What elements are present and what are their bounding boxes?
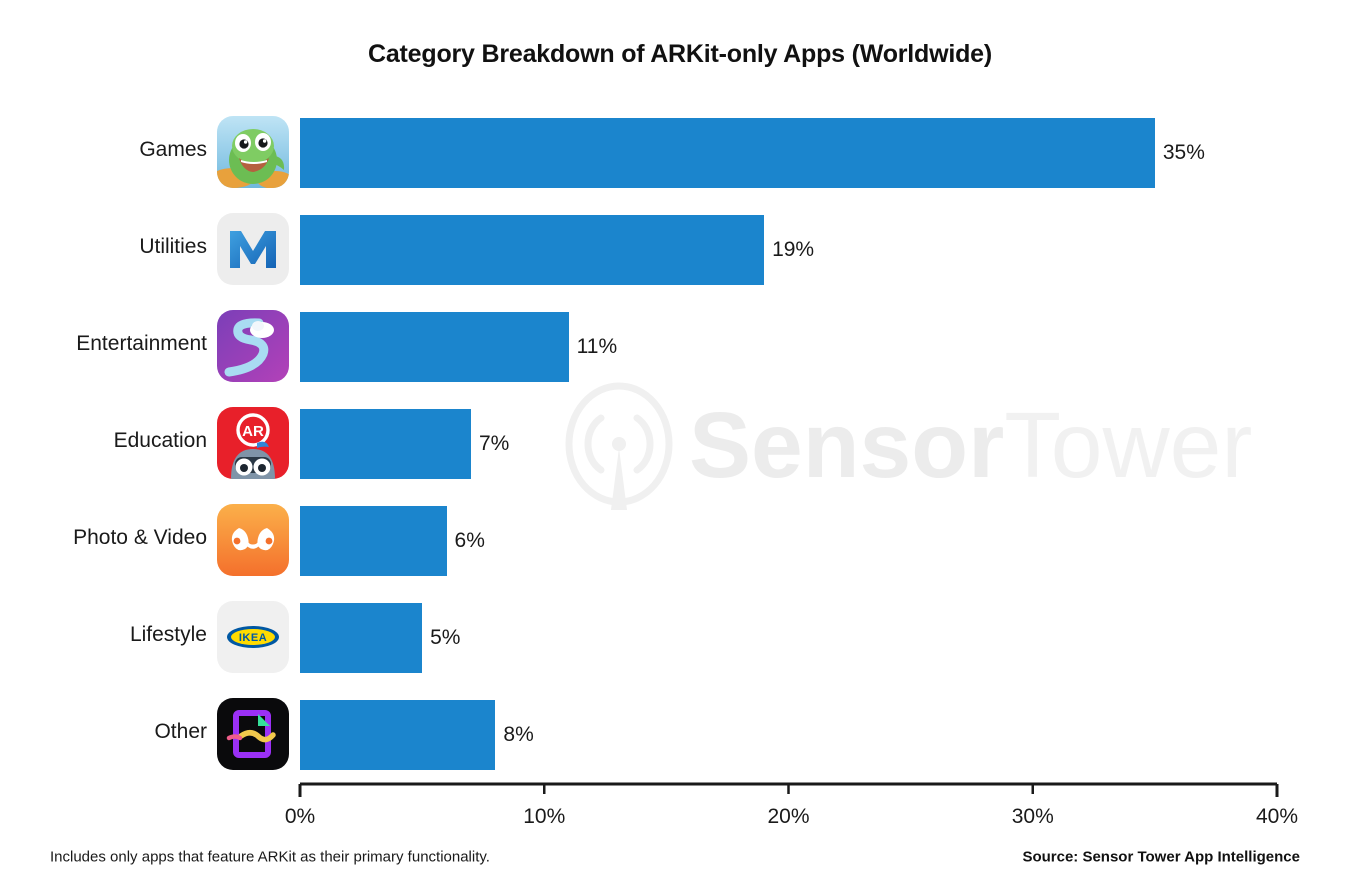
other-neon-frame-app-icon — [217, 698, 289, 770]
entertainment-purple-road-app-icon — [217, 310, 289, 382]
bar — [300, 409, 471, 479]
bar-row: Other 8% — [0, 698, 1360, 772]
bar — [300, 118, 1155, 188]
bar-value-label: 5% — [430, 626, 461, 649]
bar-row: Utilities 19% — [0, 213, 1360, 287]
bar-value-label: 7% — [478, 432, 510, 455]
svg-text:IKEA: IKEA — [239, 632, 267, 644]
photo-video-orange-face-app-icon — [217, 504, 289, 576]
category-label-photo-video: Photo & Video — [73, 526, 207, 549]
bar-chart-plot-area: Games 35% Utilities 19% Entertainment 11… — [0, 0, 1360, 877]
bar-row: Entertainment 11% — [0, 310, 1360, 384]
category-label-games: Games — [139, 138, 207, 161]
bar — [300, 603, 423, 673]
bar — [300, 700, 496, 770]
category-label-education: Education — [113, 429, 207, 452]
bar-row: Games 35% — [0, 116, 1360, 190]
category-label-utilities: Utilities — [139, 235, 207, 258]
bar-value-label: 35% — [1162, 141, 1205, 164]
bar — [300, 506, 447, 576]
bar — [300, 312, 569, 382]
utilities-measurekit-m-app-icon — [217, 213, 289, 285]
lifestyle-ikea-app-icon: IKEA — [217, 601, 289, 673]
bar-value-label: 6% — [454, 529, 485, 552]
bar — [300, 215, 765, 285]
bar-row: Education AR 7% — [0, 407, 1360, 481]
bar-row: Photo & Video 6% — [0, 504, 1360, 578]
bar-value-label: 8% — [503, 723, 534, 746]
category-label-lifestyle: Lifestyle — [129, 623, 207, 646]
games-dinosaur-app-icon — [217, 116, 289, 188]
bar-value-label: 11% — [576, 335, 618, 358]
svg-text:AR: AR — [242, 423, 264, 440]
education-ar-robot-app-icon: AR — [217, 407, 289, 479]
bar-value-label: 19% — [772, 238, 815, 261]
bar-row: Lifestyle IKEA 5% — [0, 601, 1360, 675]
category-label-other: Other — [154, 720, 207, 743]
category-label-entertainment: Entertainment — [76, 332, 207, 355]
